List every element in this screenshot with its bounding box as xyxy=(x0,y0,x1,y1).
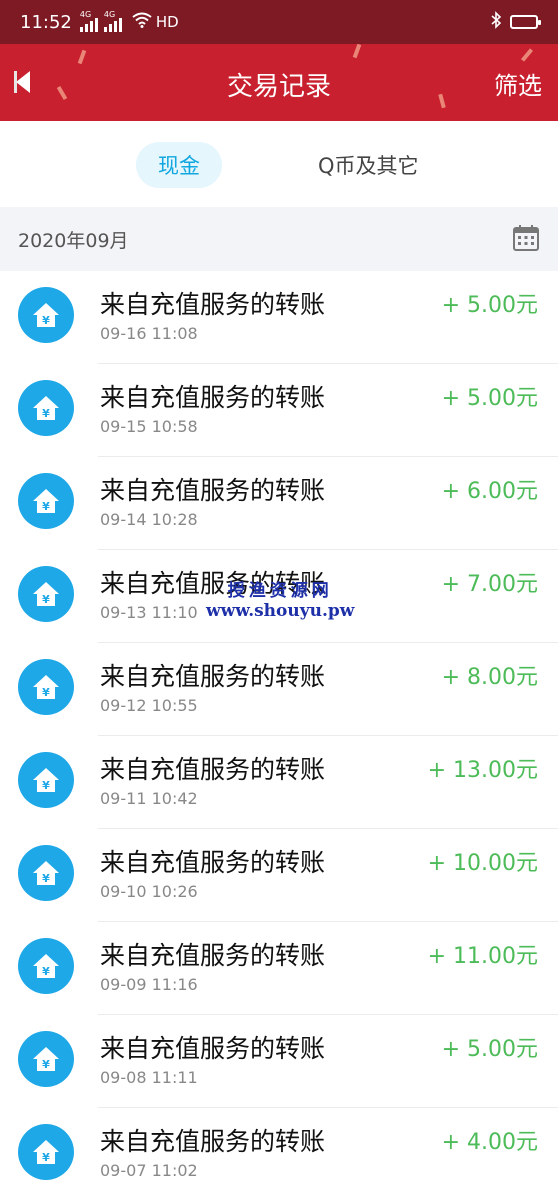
filter-button[interactable]: 筛选 xyxy=(494,66,542,101)
transaction-title: 来自充值服务的转账 xyxy=(100,383,326,412)
transaction-time: 09-07 11:02 xyxy=(100,1161,198,1180)
svg-text:¥: ¥ xyxy=(42,1151,50,1164)
transaction-row[interactable]: ¥ 来自充值服务的转账 09-10 10:26 + 10.00元 xyxy=(0,829,558,922)
transaction-amount: + 7.00元 xyxy=(441,572,538,597)
svg-text:¥: ¥ xyxy=(42,686,50,699)
yuan-house-icon: ¥ xyxy=(18,473,74,529)
transaction-list: ¥ 来自充值服务的转账 09-16 11:08 + 5.00元 ¥ 来自充值服务的转账 09… xyxy=(0,271,558,1200)
transaction-time: 09-08 11:11 xyxy=(100,1068,198,1087)
transaction-amount: + 8.00元 xyxy=(441,665,538,690)
yuan-house-icon: ¥ xyxy=(18,752,74,808)
yuan-house-icon: ¥ xyxy=(18,287,74,343)
transaction-row[interactable]: ¥ 来自充值服务的转账 09-07 11:02 + 4.00元 xyxy=(0,1108,558,1200)
transaction-title: 来自充值服务的转账 xyxy=(100,1034,326,1063)
transaction-row[interactable]: ¥ 来自充值服务的转账 09-13 11:10 + 7.00元 xyxy=(0,550,558,643)
page-title: 交易记录 xyxy=(226,72,331,102)
transaction-row[interactable]: ¥ 来自充值服务的转账 09-12 10:55 + 8.00元 xyxy=(0,643,558,736)
signal-icon: 4G xyxy=(79,10,98,32)
transaction-time: 09-14 10:28 xyxy=(100,510,198,529)
svg-text:¥: ¥ xyxy=(42,314,50,327)
transaction-amount: + 13.00元 xyxy=(427,758,538,783)
transaction-amount: + 5.00元 xyxy=(441,386,538,411)
transaction-title: 来自充值服务的转账 xyxy=(100,755,326,784)
svg-text:¥: ¥ xyxy=(42,965,50,978)
transaction-row[interactable]: ¥ 来自充值服务的转账 09-08 11:11 + 5.00元 xyxy=(0,1015,558,1108)
tab-bar: 现金 Q币及其它 xyxy=(0,121,558,207)
transaction-title: 来自充值服务的转账 xyxy=(100,1127,326,1156)
svg-text:¥: ¥ xyxy=(42,500,50,513)
transaction-title: 来自充值服务的转账 xyxy=(100,941,326,970)
yuan-house-icon: ¥ xyxy=(18,845,74,901)
tab-qcoin-other[interactable]: Q币及其它 xyxy=(318,142,419,188)
transaction-time: 09-11 10:42 xyxy=(100,789,198,808)
transaction-row[interactable]: ¥ 来自充值服务的转账 09-11 10:42 + 13.00元 xyxy=(0,736,558,829)
svg-text:¥: ¥ xyxy=(42,779,50,792)
svg-text:¥: ¥ xyxy=(42,593,50,606)
transaction-title: 来自充值服务的转账 xyxy=(100,290,326,319)
network-type-label: 4G xyxy=(79,10,92,19)
hd-badge: HD xyxy=(155,13,179,31)
transaction-title: 来自充值服务的转账 xyxy=(100,476,326,505)
yuan-house-icon: ¥ xyxy=(18,380,74,436)
transaction-row[interactable]: ¥ 来自充值服务的转账 09-15 10:58 + 5.00元 xyxy=(0,364,558,457)
transaction-time: 09-12 10:55 xyxy=(100,696,198,715)
status-bar: 11:52 4G 4G HD xyxy=(0,0,558,44)
transaction-time: 09-10 10:26 xyxy=(100,882,198,901)
svg-text:¥: ¥ xyxy=(42,407,50,420)
transaction-row[interactable]: ¥ 来自充值服务的转账 09-14 10:28 + 6.00元 xyxy=(0,457,558,550)
transaction-amount: + 6.00元 xyxy=(441,479,538,504)
transaction-amount: + 10.00元 xyxy=(427,851,538,876)
battery-icon xyxy=(510,15,541,29)
tab-cash[interactable]: 现金 xyxy=(136,142,222,188)
month-label: 2020年09月 xyxy=(18,229,129,252)
signal-icon-2: 4G xyxy=(103,10,122,32)
transaction-amount: + 11.00元 xyxy=(427,944,538,969)
status-time: 11:52 xyxy=(20,11,72,33)
svg-text:¥: ¥ xyxy=(42,872,50,885)
transaction-title: 来自充值服务的转账 xyxy=(100,848,326,877)
bluetooth-icon xyxy=(490,11,502,33)
calendar-icon[interactable] xyxy=(512,224,540,252)
yuan-house-icon: ¥ xyxy=(18,1031,74,1087)
transaction-title: 来自充值服务的转账 xyxy=(100,662,326,691)
transaction-row[interactable]: ¥ 来自充值服务的转账 09-16 11:08 + 5.00元 xyxy=(0,271,558,364)
transaction-time: 09-15 10:58 xyxy=(100,417,198,436)
nav-bar: 交易记录 筛选 xyxy=(0,44,558,121)
transaction-time: 09-16 11:08 xyxy=(100,324,198,343)
transaction-time: 09-13 11:10 xyxy=(100,603,198,622)
wifi-icon xyxy=(132,12,152,32)
network-type-label-2: 4G xyxy=(103,10,116,19)
yuan-house-icon: ¥ xyxy=(18,1124,74,1180)
transaction-amount: + 5.00元 xyxy=(441,293,538,318)
transaction-row[interactable]: ¥ 来自充值服务的转账 09-09 11:16 + 11.00元 xyxy=(0,922,558,1015)
yuan-house-icon: ¥ xyxy=(18,938,74,994)
yuan-house-icon: ¥ xyxy=(18,659,74,715)
transaction-amount: + 4.00元 xyxy=(441,1130,538,1155)
month-header: 2020年09月 xyxy=(0,207,558,271)
transaction-title: 来自充值服务的转账 xyxy=(100,569,326,598)
yuan-house-icon: ¥ xyxy=(18,566,74,622)
transaction-amount: + 5.00元 xyxy=(441,1037,538,1062)
svg-text:¥: ¥ xyxy=(42,1058,50,1071)
transaction-time: 09-09 11:16 xyxy=(100,975,198,994)
